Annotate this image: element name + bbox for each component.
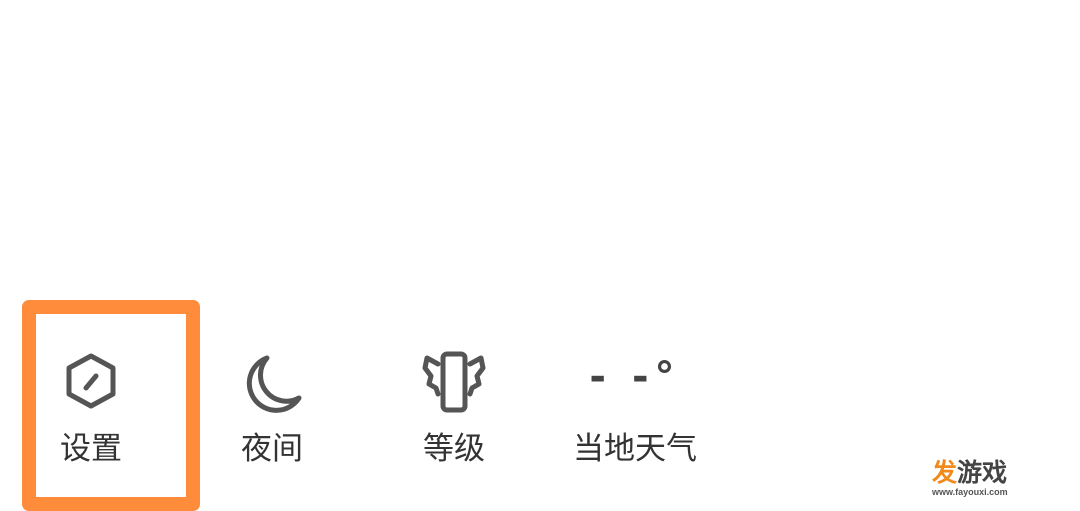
watermark-brand: 发游戏	[932, 459, 1007, 487]
moon-icon	[237, 350, 307, 414]
watermark-brand-part1: 发	[932, 459, 958, 487]
settings-label: 设置	[60, 431, 122, 467]
level-label: 等级	[423, 431, 485, 467]
temperature-value: - -°	[589, 354, 681, 400]
winged-phone-icon	[419, 350, 489, 414]
night-mode-label: 夜间	[241, 431, 303, 467]
watermark-url: www.fayouxi.com	[932, 487, 1008, 497]
watermark-logo: 发游戏 www.fayouxi.com	[932, 459, 1032, 501]
night-mode-menu-item[interactable]: 夜间	[197, 340, 347, 490]
local-weather-menu-item[interactable]: - -° 当地天气	[560, 340, 710, 490]
level-menu-item[interactable]: 等级	[379, 340, 529, 490]
watermark-brand-part2: 游戏	[957, 459, 1008, 487]
settings-menu-item[interactable]: 设置	[16, 340, 166, 490]
local-weather-label: 当地天气	[573, 431, 697, 467]
settings-hexagon-icon	[56, 350, 126, 414]
